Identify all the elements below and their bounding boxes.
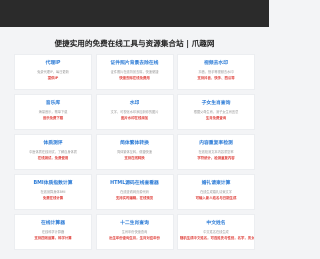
card-title: 简体繁体转换 [120,141,149,146]
card-title: BMI体质指数计算 [33,181,73,186]
card-title: 体质测评 [43,141,63,146]
card-description: 文字，可视化水印添加到你的图片 [110,110,159,114]
card-description: 简体繁体互转，便捷快速 [116,150,153,154]
card-title: 证件照片背景去除在线 [110,61,159,66]
card-title: 代理IP [45,61,61,66]
card-tags: 随机生成中文姓名，可选姓氏与性别，名字，男女 [180,236,254,241]
card-title: 子女生肖查询 [201,101,231,106]
tool-card-id-photo-background[interactable]: 证件照片背景去除在线 证件照片在线背景去除，快速便捷 快速去除在线免费用 [95,54,174,90]
card-description: 中医体质在线测试，了解自身体质 [29,150,77,154]
card-tags: 在线测试，免费使用 [37,156,69,161]
page-title: 便捷实用的免费在线工具与资源集合站 | 爪趣网 [54,39,215,48]
card-tags: 字符统计，检测重复内容 [197,156,235,161]
card-description: 根据父母生肖，测子女生肖宜忌 [193,110,239,114]
card-title: HTML源码在线查看器 [110,181,159,186]
tool-card-calculator[interactable]: 在线计算器 在线科学计算器 支持四则运算，科学计算 [14,214,92,250]
tool-card-zodiac-lookup[interactable]: 十二生肖查询 生肖年份快速查询 出生年份查询生肖，生肖对应年份 [95,214,174,250]
card-title: 婚礼请柬计算 [201,181,231,186]
card-description: 证件照片在线背景去除，快速便捷 [110,70,159,74]
card-description: 抖音，快手等视频去水印 [198,70,234,74]
card-description: 生肖年份快速查询 [121,230,148,234]
card-title: 水印 [129,101,140,106]
card-description: 在线检测文本内容重复率 [198,150,234,154]
card-tags: 音乐免费下载 [42,116,64,121]
card-description: 海量音乐，歌单下载 [38,110,68,114]
card-title: 音乐库 [45,101,61,106]
tool-card-child-zodiac[interactable]: 子女生肖查询 根据父母生肖，测子女生肖宜忌 生肖免费查询 [177,94,255,130]
card-tags: 图片水印在线添加 [120,116,149,121]
tool-card-wedding-invitation[interactable]: 婚礼请柬计算 在线生成婚礼请柬文字 可输入新人姓名与日期生成 [177,174,255,210]
tool-card-grid: 代理IP 免费代理IP，每日更新 提供IP 证件照片背景去除在线 证件照片在线背… [14,54,255,250]
card-description: 在线查看网页源代码 [120,190,149,194]
tool-card-html-viewer[interactable]: HTML源码在线查看器 在线查看网页源代码 支持实时编辑，在线预览 [95,174,174,210]
card-title: 十二生肖查询 [120,221,149,226]
tool-card-watermark[interactable]: 水印 文字，可视化水印添加到你的图片 图片水印在线添加 [95,94,174,130]
tool-card-music-library[interactable]: 音乐库 海量音乐，歌单下载 音乐免费下载 [14,94,92,130]
card-title: 内容重复率检测 [199,141,233,146]
tool-card-simplified-traditional[interactable]: 简体繁体转换 简体繁体互转，便捷快速 支持在线转换 [95,134,174,170]
card-tags: 免费在线计算 [42,196,64,201]
tool-card-chinese-name[interactable]: 中文姓名 中文姓名在线生成 随机生成中文姓名，可选姓氏与性别，名字，男女 [177,214,255,250]
card-tags: 提供IP [47,76,59,81]
card-tags: 快速去除在线免费用 [119,76,150,81]
card-description: 免费代理IP，每日更新 [37,70,69,74]
card-tags: 支持抖音、快手、西瓜等 [197,76,235,81]
tool-card-duplicate-check[interactable]: 内容重复率检测 在线检测文本内容重复率 字符统计，检测重复内容 [177,134,255,170]
card-tags: 支持在线转换 [124,156,145,161]
card-description: 在线科学计算器 [41,230,65,234]
card-description: 中文姓名在线生成 [203,230,229,234]
card-description: 在线测算身体BMI [40,190,66,194]
tool-card-video-watermark-removal[interactable]: 视频去水印 抖音，快手等视频去水印 支持抖音、快手、西瓜等 [177,54,255,90]
card-tags: 生肖免费查询 [205,116,227,121]
top-navigation-bar [0,0,269,27]
card-tags: 支持实时编辑，在线预览 [115,196,154,201]
card-title: 视频去水印 [204,61,228,66]
card-title: 中文姓名 [206,221,226,226]
card-tags: 出生年份查询生肖，生肖对应年份 [109,236,160,241]
card-title: 在线计算器 [41,221,65,226]
tool-card-constitution-test[interactable]: 体质测评 中医体质在线测试，了解自身体质 在线测试，免费使用 [14,134,92,170]
card-description: 在线生成婚礼请柬文字 [200,190,232,194]
card-tags: 支持四则运算，科学计算 [34,236,72,241]
card-tags: 可输入新人姓名与日期生成 [195,196,237,201]
tool-card-bmi[interactable]: BMI体质指数计算 在线测算身体BMI 免费在线计算 [14,174,92,210]
tool-card-proxy-ip[interactable]: 代理IP 免费代理IP，每日更新 提供IP [14,54,92,90]
